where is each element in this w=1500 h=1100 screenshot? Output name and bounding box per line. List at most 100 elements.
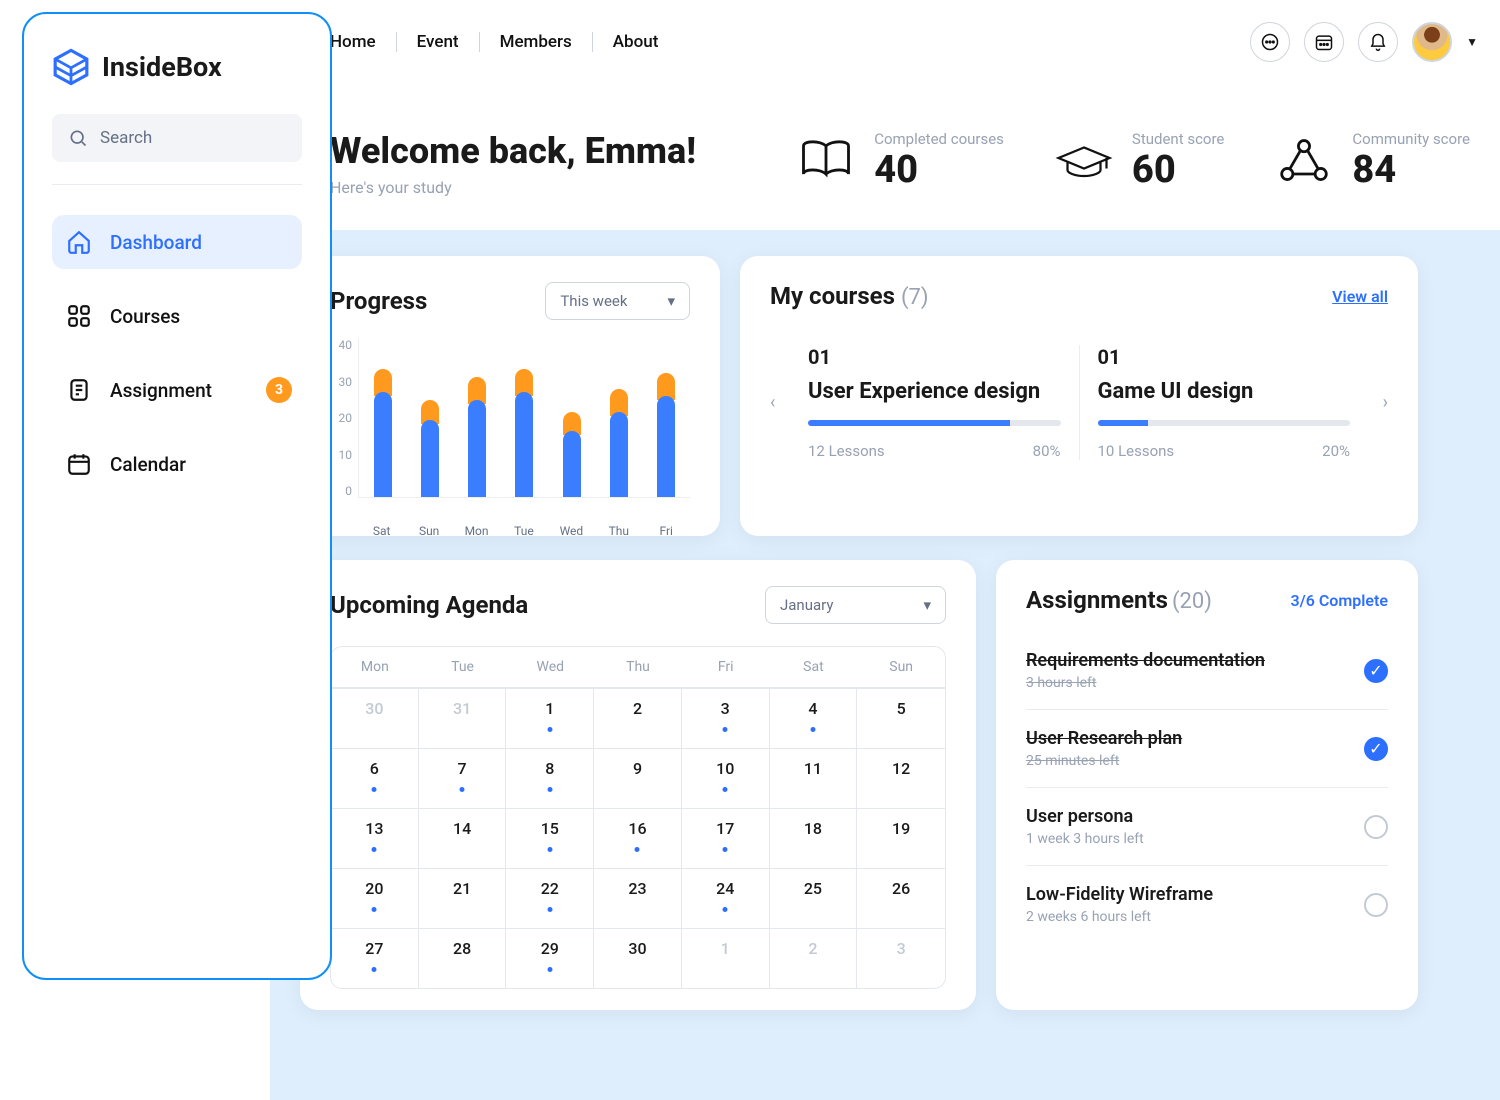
cal-cell[interactable]: 2 — [594, 688, 682, 748]
my-courses-title: My courses(7) — [770, 282, 929, 310]
cal-head: Tue — [419, 647, 507, 688]
calendar-header-icon[interactable] — [1304, 22, 1344, 62]
bar-thu — [605, 385, 633, 497]
cal-cell[interactable]: 3 — [682, 688, 770, 748]
cal-cell[interactable]: 27 — [331, 928, 419, 988]
cal-cell[interactable]: 22 — [506, 868, 594, 928]
cal-cell[interactable]: 9 — [594, 748, 682, 808]
my-courses-card: My courses(7) View all ‹ 01User Experien… — [740, 256, 1418, 536]
check-icon[interactable]: ✓ — [1364, 737, 1388, 761]
stat-community-score: Community score84 — [1274, 130, 1470, 192]
assignment-item[interactable]: Requirements documentation3 hours left✓ — [1026, 632, 1388, 709]
bell-icon[interactable] — [1358, 22, 1398, 62]
search-icon — [68, 128, 88, 148]
cal-head: Thu — [594, 647, 682, 688]
cal-cell[interactable]: 7 — [419, 748, 507, 808]
nav-members[interactable]: Members — [479, 32, 592, 52]
cal-cell[interactable]: 20 — [331, 868, 419, 928]
cal-cell[interactable]: 26 — [857, 868, 945, 928]
course-item[interactable]: 01Game UI design10 Lessons20% — [1079, 345, 1369, 460]
chat-icon[interactable] — [1250, 22, 1290, 62]
agenda-month-dropdown[interactable]: January ▾ — [765, 586, 946, 624]
cal-cell[interactable]: 1 — [682, 928, 770, 988]
caret-down-icon[interactable]: ▼ — [1466, 35, 1478, 49]
progress-card: Progress This week ▾ 403020100 SatSunMon… — [300, 256, 720, 536]
check-icon[interactable]: ✓ — [1364, 659, 1388, 683]
cal-cell[interactable]: 30 — [331, 688, 419, 748]
sidebar: InsideBox Search Dashboard Courses Assignm… — [22, 12, 332, 980]
cal-cell[interactable]: 24 — [682, 868, 770, 928]
cal-cell[interactable]: 25 — [770, 868, 858, 928]
bar-fri — [652, 369, 680, 497]
cal-cell[interactable]: 2 — [770, 928, 858, 988]
cal-head: Sat — [770, 647, 858, 688]
cal-cell[interactable]: 17 — [682, 808, 770, 868]
cal-cell[interactable]: 4 — [770, 688, 858, 748]
cal-cell[interactable]: 1 — [506, 688, 594, 748]
cal-cell[interactable]: 8 — [506, 748, 594, 808]
cal-head: Wed — [506, 647, 594, 688]
assignments-title: Assignments(20) — [1026, 586, 1212, 614]
assignments-card: Assignments(20) 3/6 Complete Requirement… — [996, 560, 1418, 1010]
grid-icon — [66, 303, 92, 329]
assignments-ratio: 3/6 Complete — [1290, 591, 1388, 610]
calendar-icon — [66, 451, 92, 477]
cal-cell[interactable]: 15 — [506, 808, 594, 868]
agenda-title: Upcoming Agenda — [330, 591, 528, 619]
search-input[interactable]: Search — [52, 114, 302, 162]
sidebar-item-assignment[interactable]: Assignment3 — [52, 363, 302, 417]
cal-cell[interactable]: 10 — [682, 748, 770, 808]
cal-cell[interactable]: 21 — [419, 868, 507, 928]
bar-mon — [463, 373, 491, 497]
cal-cell[interactable]: 14 — [419, 808, 507, 868]
cal-cell[interactable]: 6 — [331, 748, 419, 808]
progress-title: Progress — [330, 287, 427, 315]
cal-head: Fri — [682, 647, 770, 688]
cal-cell[interactable]: 23 — [594, 868, 682, 928]
assignment-item[interactable]: Low-Fidelity Wireframe2 weeks 6 hours le… — [1026, 865, 1388, 943]
assignment-item[interactable]: User persona1 week 3 hours left — [1026, 787, 1388, 865]
chevron-down-icon: ▾ — [667, 292, 675, 310]
nav-event[interactable]: Event — [396, 32, 479, 52]
nav-about[interactable]: About — [592, 32, 679, 52]
cal-cell[interactable]: 29 — [506, 928, 594, 988]
divider — [52, 184, 302, 185]
cal-cell[interactable]: 3 — [857, 928, 945, 988]
cap-icon — [1054, 136, 1114, 186]
progress-range-dropdown[interactable]: This week ▾ — [545, 282, 690, 320]
agenda-month-label: January — [780, 596, 833, 614]
assignment-item[interactable]: User Research plan25 minutes left✓ — [1026, 709, 1388, 787]
cal-cell[interactable]: 12 — [857, 748, 945, 808]
avatar[interactable] — [1412, 22, 1452, 62]
cal-cell[interactable]: 28 — [419, 928, 507, 988]
sidebar-item-courses[interactable]: Courses — [52, 289, 302, 343]
cal-head: Mon — [331, 647, 419, 688]
view-all-link[interactable]: View all — [1332, 287, 1388, 306]
sidebar-item-dashboard[interactable]: Dashboard — [52, 215, 302, 269]
cal-cell[interactable]: 19 — [857, 808, 945, 868]
cal-cell[interactable]: 18 — [770, 808, 858, 868]
course-item[interactable]: 01User Experience design12 Lessons80% — [790, 345, 1079, 460]
cal-cell[interactable]: 13 — [331, 808, 419, 868]
logo-icon — [52, 48, 90, 86]
welcome-title: Welcome back, Emma! — [330, 130, 696, 172]
cal-cell[interactable]: 16 — [594, 808, 682, 868]
circle-icon[interactable] — [1364, 893, 1388, 917]
doc-icon — [66, 377, 92, 403]
bar-tue — [510, 365, 538, 497]
circle-icon[interactable] — [1364, 815, 1388, 839]
cal-cell[interactable]: 11 — [770, 748, 858, 808]
bar-sat — [369, 365, 397, 497]
welcome-subtitle: Here's your study — [330, 178, 696, 197]
cal-cell[interactable]: 31 — [419, 688, 507, 748]
share-icon — [1274, 136, 1334, 186]
carousel-next[interactable]: › — [1368, 392, 1388, 413]
sidebar-item-calendar[interactable]: Calendar — [52, 437, 302, 491]
bar-sun — [416, 396, 444, 497]
logo: InsideBox — [52, 48, 302, 86]
progress-range-label: This week — [560, 292, 627, 310]
carousel-prev[interactable]: ‹ — [770, 392, 790, 413]
headline: Welcome back, Emma! Here's your study — [330, 130, 696, 197]
cal-cell[interactable]: 5 — [857, 688, 945, 748]
cal-cell[interactable]: 30 — [594, 928, 682, 988]
